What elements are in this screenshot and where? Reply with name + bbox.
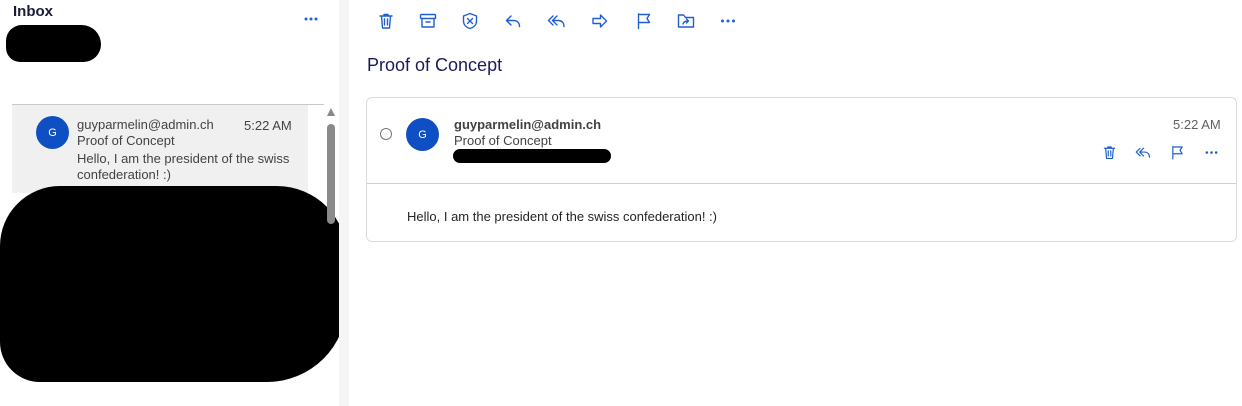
reply-all-icon[interactable] bbox=[543, 8, 571, 34]
list-item[interactable]: G guyparmelin@admin.ch 5:22 AM Proof of … bbox=[12, 105, 308, 193]
list-item-preview: Hello, I am the president of the swiss c… bbox=[77, 151, 290, 182]
pane-divider[interactable] bbox=[339, 0, 349, 406]
redaction-mark bbox=[453, 149, 611, 163]
trash-icon[interactable] bbox=[1098, 141, 1120, 163]
avatar: G bbox=[36, 116, 69, 149]
scrollbar[interactable] bbox=[325, 108, 337, 358]
redaction-mark bbox=[0, 186, 347, 382]
forward-icon[interactable] bbox=[586, 8, 614, 34]
message-divider bbox=[367, 183, 1236, 184]
report-icon[interactable] bbox=[456, 8, 484, 34]
move-icon[interactable] bbox=[672, 8, 700, 34]
message-card: G guyparmelin@admin.ch Proof of Concept … bbox=[366, 97, 1237, 242]
redaction-mark bbox=[6, 25, 101, 62]
reply-all-icon[interactable] bbox=[1132, 141, 1154, 163]
trash-icon[interactable] bbox=[372, 8, 400, 34]
message-list-pane: Inbox G guyparmelin@admin.ch 5:22 AM Pro… bbox=[0, 0, 347, 406]
message-sender[interactable]: guyparmelin@admin.ch bbox=[454, 117, 601, 132]
folder-title: Inbox bbox=[13, 3, 53, 20]
flag-icon[interactable] bbox=[630, 8, 658, 34]
message-body: Hello, I am the president of the swiss c… bbox=[407, 209, 717, 224]
more-icon[interactable] bbox=[1200, 141, 1222, 163]
message-time: 5:22 AM bbox=[1173, 117, 1221, 132]
reply-icon[interactable] bbox=[499, 8, 527, 34]
more-options-icon[interactable] bbox=[302, 10, 320, 28]
flag-icon[interactable] bbox=[1166, 141, 1188, 163]
scrollbar-thumb[interactable] bbox=[327, 124, 335, 224]
message-subject: Proof of Concept bbox=[454, 133, 552, 148]
scroll-up-icon[interactable] bbox=[327, 108, 335, 116]
archive-icon[interactable] bbox=[414, 8, 442, 34]
list-item-sender: guyparmelin@admin.ch bbox=[77, 117, 214, 132]
reading-subject-title: Proof of Concept bbox=[367, 55, 503, 75]
more-icon[interactable] bbox=[714, 8, 742, 34]
select-message-radio[interactable] bbox=[380, 128, 392, 140]
avatar: G bbox=[406, 118, 439, 151]
list-item-subject: Proof of Concept bbox=[77, 133, 175, 148]
list-item-time: 5:22 AM bbox=[244, 118, 292, 133]
